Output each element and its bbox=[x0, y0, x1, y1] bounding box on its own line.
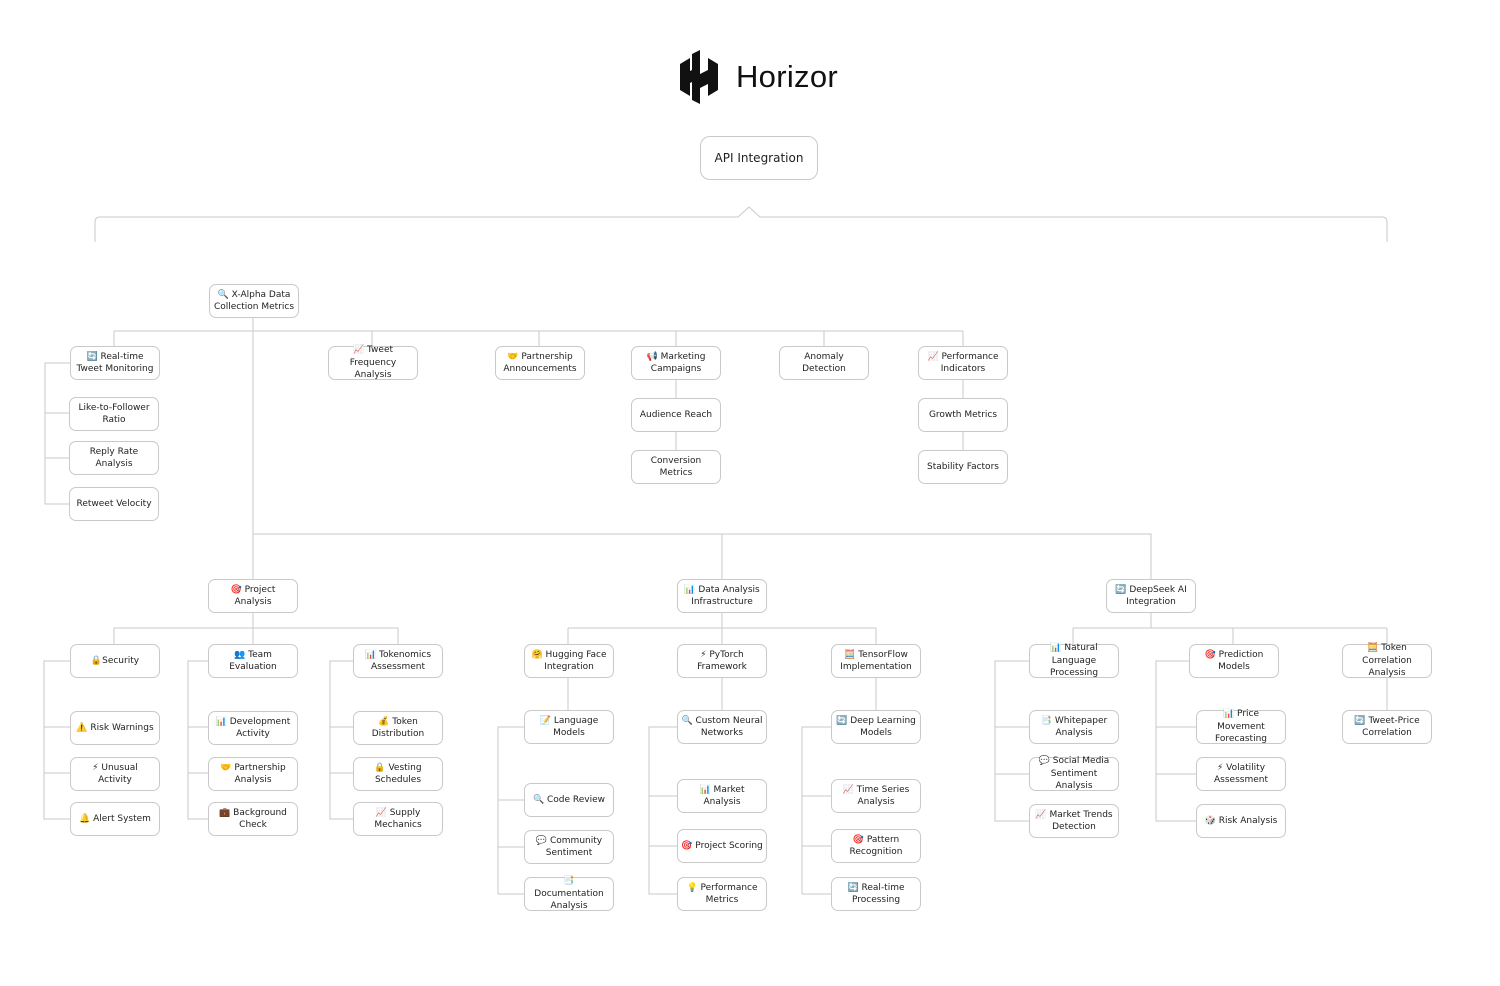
node-stability-factors[interactable]: Stability Factors bbox=[918, 450, 1008, 484]
node-marketing-campaigns[interactable]: 📢 Marketing Campaigns bbox=[631, 346, 721, 380]
node-nlp[interactable]: 📊 Natural Language Processing bbox=[1029, 643, 1119, 678]
node-data-analysis-infrastructure[interactable]: 📊 Data Analysis Infrastructure bbox=[677, 579, 767, 613]
root-node[interactable]: API Integration bbox=[700, 136, 818, 180]
node-volatility-assessment[interactable]: ⚡ Volatility Assessment bbox=[1196, 757, 1286, 791]
node-social-media-sentiment[interactable]: 💬 Social Media Sentiment Analysis bbox=[1029, 756, 1119, 791]
node-project-scoring[interactable]: 🎯 Project Scoring bbox=[677, 829, 767, 863]
node-risk-analysis[interactable]: 🎲 Risk Analysis bbox=[1196, 804, 1286, 838]
node-market-analysis[interactable]: 📊 Market Analysis bbox=[677, 779, 767, 813]
node-time-series-analysis[interactable]: 📈 Time Series Analysis bbox=[831, 779, 921, 813]
node-partnership-analysis[interactable]: 🤝 Partnership Analysis bbox=[208, 757, 298, 791]
node-retweet-velocity[interactable]: Retweet Velocity bbox=[69, 487, 159, 521]
node-performance-metrics[interactable]: 💡 Performance Metrics bbox=[677, 877, 767, 911]
node-token-distribution[interactable]: 💰 Token Distribution bbox=[353, 711, 443, 745]
node-project-analysis[interactable]: 🎯 Project Analysis bbox=[208, 579, 298, 613]
node-custom-neural-networks[interactable]: 🔍 Custom Neural Networks bbox=[677, 710, 767, 744]
node-deep-learning-models[interactable]: 🔄 Deep Learning Models bbox=[831, 710, 921, 744]
node-hugging-face[interactable]: 🤗 Hugging Face Integration bbox=[524, 644, 614, 678]
node-growth-metrics[interactable]: Growth Metrics bbox=[918, 398, 1008, 432]
node-documentation-analysis[interactable]: 📑 Documentation Analysis bbox=[524, 876, 614, 911]
node-realtime-tweet[interactable]: 🔄 Real-time Tweet Monitoring bbox=[70, 346, 160, 380]
node-xalpha[interactable]: 🔍 X-Alpha Data Collection Metrics bbox=[209, 284, 299, 318]
node-deepseek-integration[interactable]: 🔄 DeepSeek AI Integration bbox=[1106, 579, 1196, 613]
node-alert-system[interactable]: 🔔 Alert System bbox=[70, 802, 160, 836]
node-anomaly-detection[interactable]: Anomaly Detection bbox=[779, 346, 869, 380]
node-tweet-price-correlation[interactable]: 🔄 Tweet-Price Correlation bbox=[1342, 710, 1432, 744]
node-vesting-schedules[interactable]: 🔒 Vesting Schedules bbox=[353, 757, 443, 791]
node-background-check[interactable]: 💼 Background Check bbox=[208, 802, 298, 836]
node-code-review[interactable]: 🔍 Code Review bbox=[524, 783, 614, 817]
node-pytorch-framework[interactable]: ⚡ PyTorch Framework bbox=[677, 644, 767, 678]
node-token-correlation-analysis[interactable]: 🧮 Token Correlation Analysis bbox=[1342, 643, 1432, 678]
node-language-models[interactable]: 📝 Language Models bbox=[524, 710, 614, 744]
node-audience-reach[interactable]: Audience Reach bbox=[631, 398, 721, 432]
node-like-follower[interactable]: Like-to-Follower Ratio bbox=[69, 397, 159, 431]
node-performance-indicators[interactable]: 📈 Performance Indicators bbox=[918, 346, 1008, 380]
node-development-activity[interactable]: 📊 Development Activity bbox=[208, 711, 298, 745]
node-security[interactable]: 🔒Security bbox=[70, 644, 160, 678]
node-prediction-models[interactable]: 🎯 Prediction Models bbox=[1189, 644, 1279, 678]
node-supply-mechanics[interactable]: 📈 Supply Mechanics bbox=[353, 802, 443, 836]
node-reply-rate[interactable]: Reply Rate Analysis bbox=[69, 441, 159, 475]
node-realtime-processing[interactable]: 🔄 Real-time Processing bbox=[831, 877, 921, 911]
node-partnership-announcements[interactable]: 🤝 Partnership Announcements bbox=[495, 346, 585, 380]
node-tweet-frequency[interactable]: 📈 Tweet Frequency Analysis bbox=[328, 345, 418, 380]
node-pattern-recognition[interactable]: 🎯 Pattern Recognition bbox=[831, 829, 921, 863]
node-unusual-activity[interactable]: ⚡ Unusual Activity bbox=[70, 757, 160, 791]
node-tensorflow[interactable]: 🧮 TensorFlow Implementation bbox=[831, 644, 921, 678]
node-team-evaluation[interactable]: 👥 Team Evaluation bbox=[208, 644, 298, 678]
node-conversion-metrics[interactable]: Conversion Metrics bbox=[631, 450, 721, 484]
node-price-movement-forecasting[interactable]: 📊 Price Movement Forecasting bbox=[1196, 709, 1286, 744]
node-whitepaper-analysis[interactable]: 📑 Whitepaper Analysis bbox=[1029, 710, 1119, 744]
node-tokenomics-assessment[interactable]: 📊 Tokenomics Assessment bbox=[353, 644, 443, 678]
node-risk-warnings[interactable]: ⚠️ Risk Warnings bbox=[70, 711, 160, 745]
node-market-trends-detection[interactable]: 📈 Market Trends Detection bbox=[1029, 804, 1119, 838]
node-community-sentiment[interactable]: 💬 Community Sentiment bbox=[524, 830, 614, 864]
